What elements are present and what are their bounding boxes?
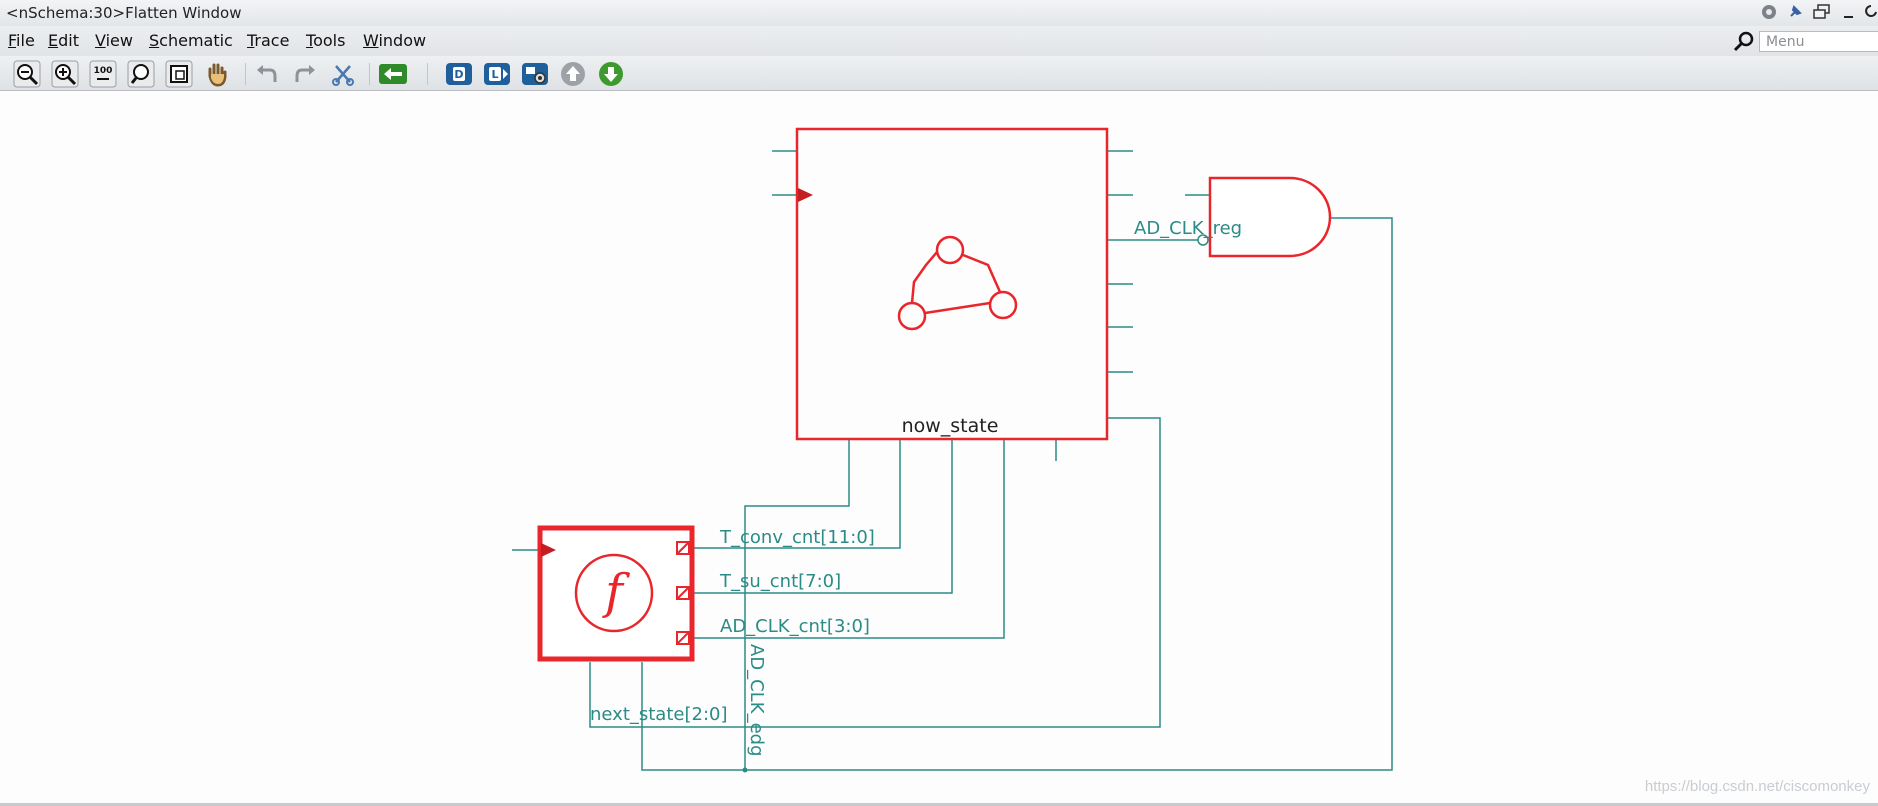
menu-window[interactable]: Window bbox=[363, 31, 426, 50]
schematic-canvas[interactable]: now_state AD_CLK_reg f T_conv_cnt[11:0] … bbox=[0, 90, 1878, 804]
net-label-t-conv-cnt: T_conv_cnt[11:0] bbox=[719, 527, 875, 548]
now-state-block[interactable]: now_state bbox=[795, 127, 1109, 441]
junction-dot bbox=[742, 767, 748, 773]
redo-icon[interactable] bbox=[291, 60, 319, 88]
menu-view[interactable]: View bbox=[95, 31, 133, 50]
trace-icon[interactable] bbox=[521, 60, 549, 88]
gear-icon[interactable] bbox=[1760, 3, 1778, 25]
zoom-100-icon[interactable]: 100 bbox=[89, 60, 117, 88]
undo-icon[interactable] bbox=[253, 60, 281, 88]
menu-schematic[interactable]: Schematic bbox=[149, 31, 233, 50]
minimize-icon[interactable] bbox=[1842, 3, 1856, 25]
back-arrow-icon[interactable] bbox=[377, 60, 409, 88]
now-state-label: now_state bbox=[902, 415, 999, 437]
menu-file[interactable]: File bbox=[8, 31, 35, 50]
net-label-ad-clk-edg: AD_CLK_edg bbox=[746, 644, 767, 757]
menu-edit[interactable]: Edit bbox=[48, 31, 79, 50]
net-label-next-state: next_state[2:0] bbox=[590, 704, 728, 725]
up-icon[interactable] bbox=[559, 60, 587, 88]
svg-text:L: L bbox=[491, 68, 498, 81]
zoom-out-icon[interactable] bbox=[13, 60, 41, 88]
close-icon[interactable] bbox=[1864, 3, 1878, 25]
toolbar: 100 D L bbox=[0, 56, 1878, 91]
net-label-t-su-cnt: T_su_cnt[7:0] bbox=[719, 571, 841, 592]
function-block[interactable]: f bbox=[537, 525, 695, 662]
zoom-in-icon[interactable] bbox=[51, 60, 79, 88]
load-l-icon[interactable]: L bbox=[483, 60, 511, 88]
toolbar-separator bbox=[369, 63, 370, 85]
cut-icon[interactable] bbox=[329, 60, 357, 88]
menu-search-input[interactable] bbox=[1759, 31, 1878, 52]
watermark-text: https://blog.csdn.net/ciscomonkey bbox=[1644, 778, 1870, 795]
toolbar-separator bbox=[245, 63, 246, 85]
window-title: <nSchema:30>Flatten Window bbox=[6, 4, 242, 22]
down-icon[interactable] bbox=[597, 60, 625, 88]
zoom-fit-icon[interactable] bbox=[127, 60, 155, 88]
svg-text:D: D bbox=[454, 68, 463, 81]
zoom-area-icon[interactable] bbox=[165, 60, 193, 88]
pan-hand-icon[interactable] bbox=[203, 60, 231, 88]
toolbar-separator bbox=[427, 63, 428, 85]
search-icon[interactable] bbox=[1732, 30, 1756, 54]
menu-tools[interactable]: Tools bbox=[306, 31, 345, 50]
ad-clk-reg-label: AD_CLK_reg bbox=[1134, 218, 1242, 239]
pin-icon[interactable] bbox=[1786, 3, 1804, 25]
driver-d-icon[interactable]: D bbox=[445, 60, 473, 88]
and-gate-ad-clk-reg[interactable] bbox=[1208, 176, 1332, 258]
svg-text:100: 100 bbox=[94, 66, 113, 76]
net-label-ad-clk-cnt: AD_CLK_cnt[3:0] bbox=[720, 616, 870, 637]
menu-trace[interactable]: Trace bbox=[247, 31, 289, 50]
menu-bar: File Edit View Schematic Trace Tools Win… bbox=[0, 26, 1878, 56]
fsm-graph-icon bbox=[897, 235, 1018, 331]
title-bar: <nSchema:30>Flatten Window bbox=[0, 0, 1878, 27]
restore-icon[interactable] bbox=[1812, 3, 1832, 25]
